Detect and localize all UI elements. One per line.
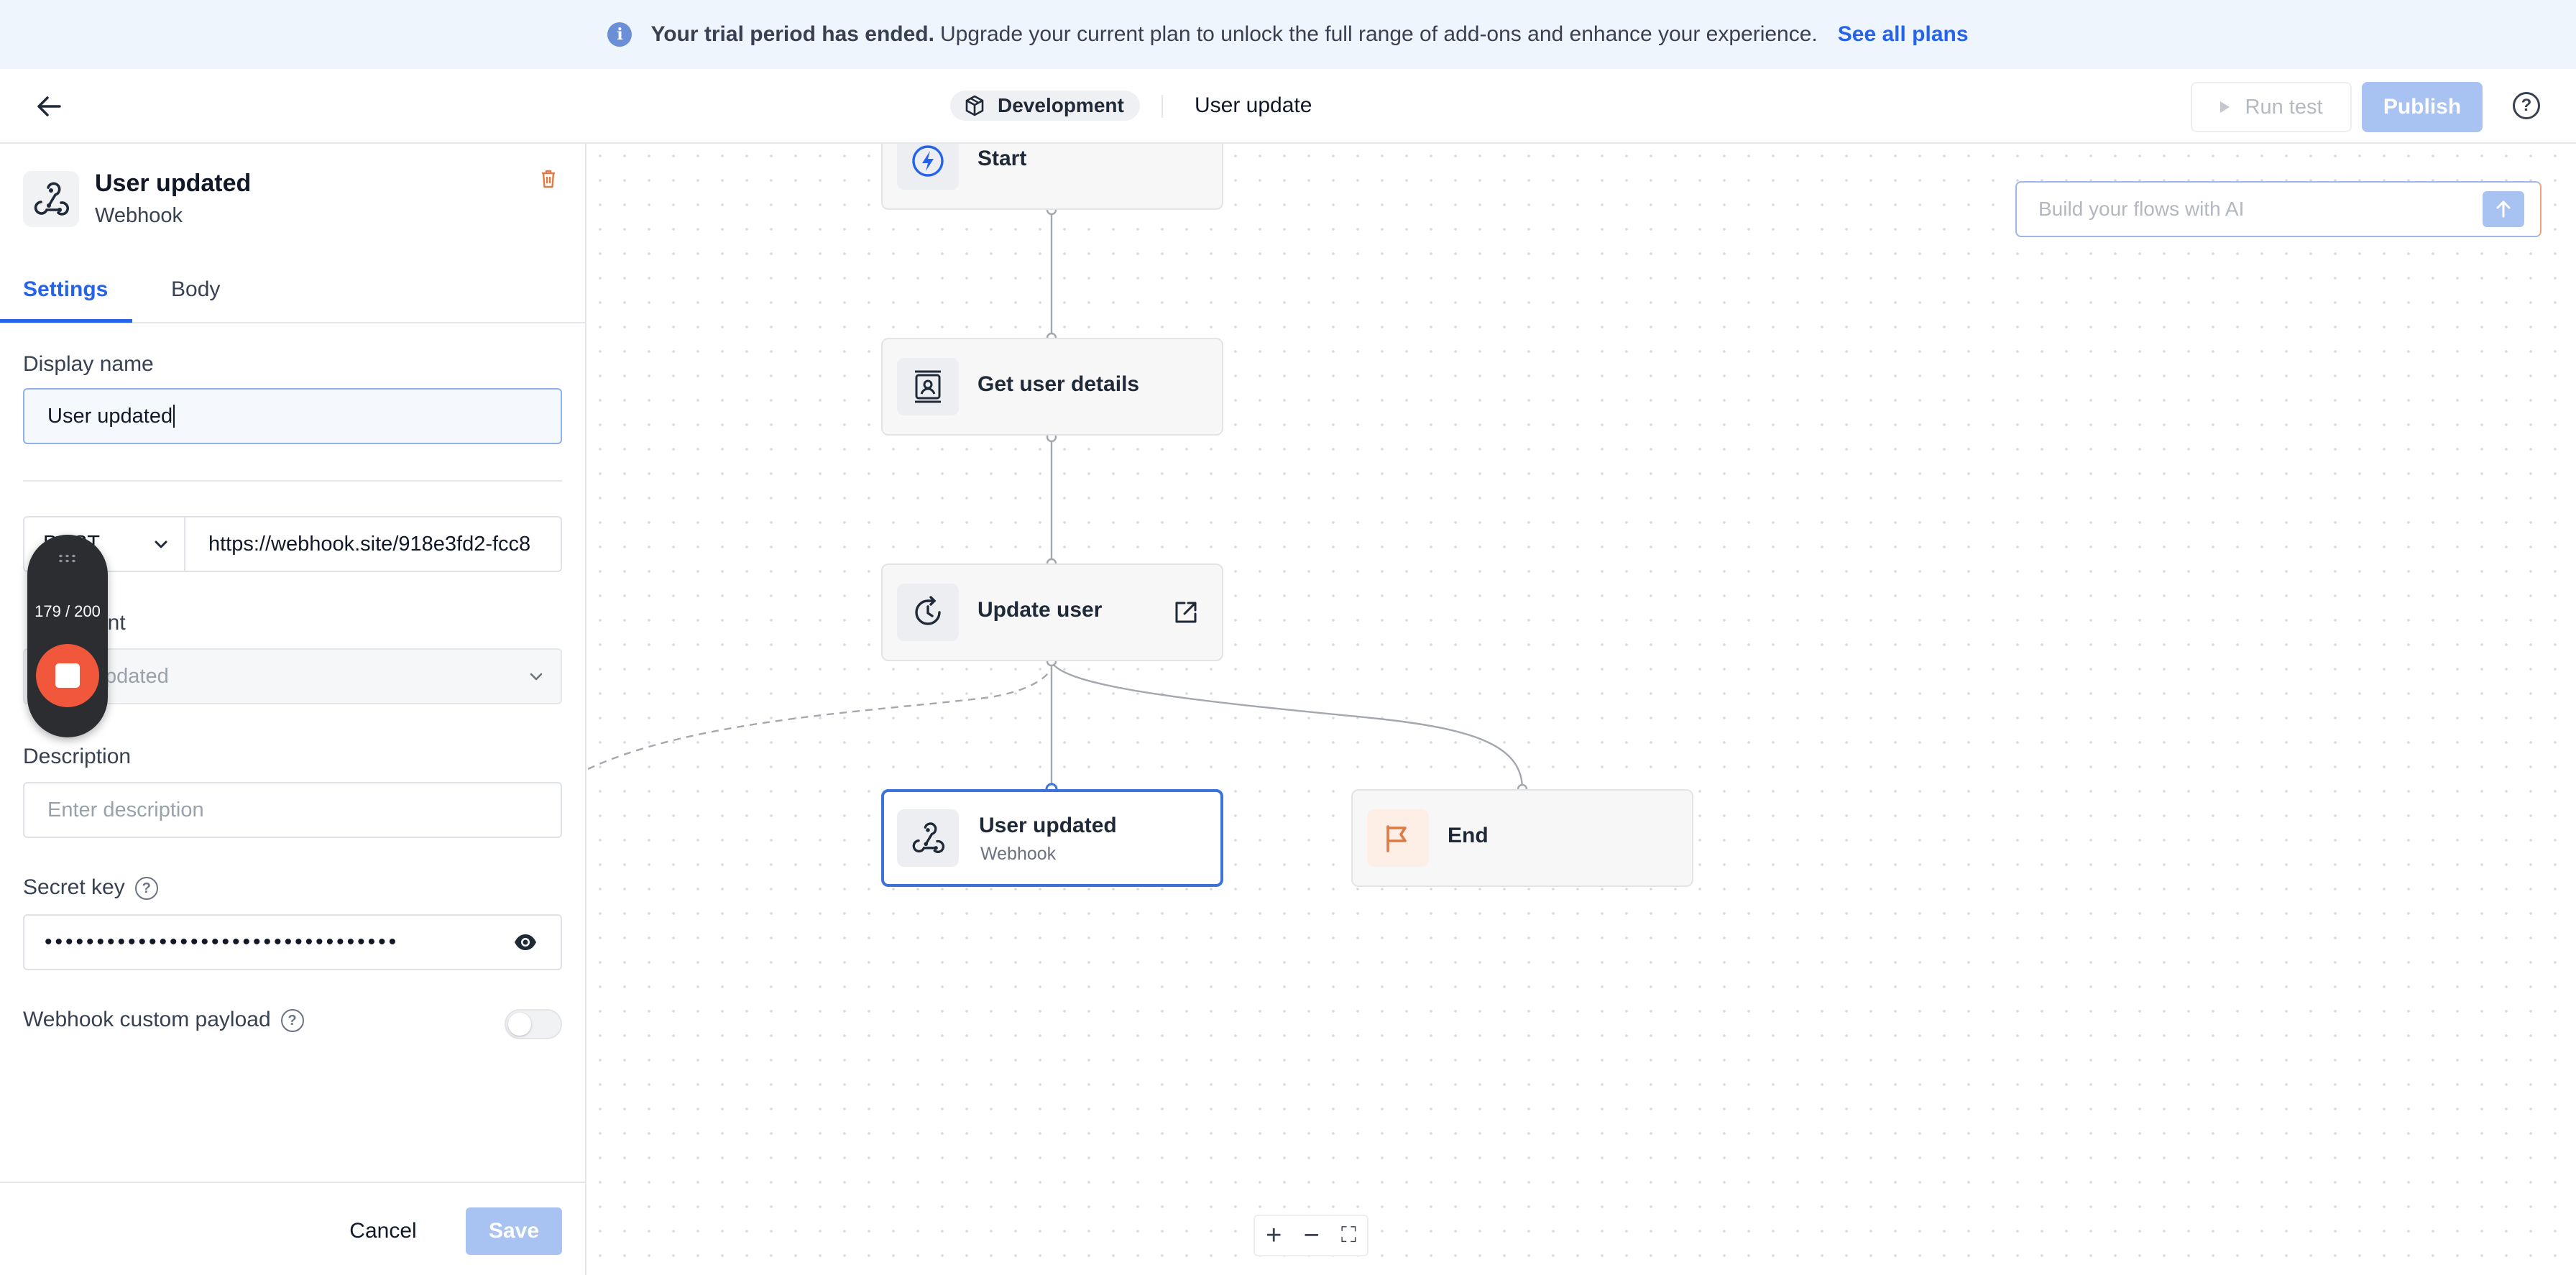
node-start[interactable]: Start: [881, 144, 1223, 210]
environment-chip[interactable]: Development: [950, 91, 1140, 121]
tab-settings[interactable]: Settings: [23, 277, 108, 302]
toggle-knob: [508, 1013, 531, 1036]
stop-icon: [55, 663, 80, 688]
panel-footer-divider: [0, 1182, 586, 1183]
flow-edges: [588, 204, 1528, 796]
help-circle-icon[interactable]: ?: [134, 877, 158, 901]
flow-name[interactable]: User update: [1195, 91, 1312, 121]
help-circle-icon[interactable]: ?: [280, 1009, 304, 1033]
webhook-icon: [23, 171, 79, 227]
trial-banner-bold: Your trial period has ended.: [650, 22, 934, 46]
delete-node-button[interactable]: [540, 170, 561, 194]
node-end[interactable]: End: [1351, 789, 1693, 887]
refresh-clock-icon: [897, 584, 959, 641]
trial-banner-text: Upgrade your current plan to unlock the …: [939, 22, 1818, 46]
info-icon: i: [607, 22, 632, 47]
trash-icon: [542, 170, 555, 188]
arrow-up-icon: [2496, 201, 2511, 218]
node-title: User updated: [979, 814, 1117, 837]
trial-banner: i Your trial period has ended. Upgrade y…: [0, 0, 2576, 69]
custom-payload-toggle[interactable]: [505, 1009, 562, 1039]
zoom-out-button[interactable]: −: [1303, 1222, 1319, 1249]
display-name-value: User updated: [47, 404, 173, 428]
panel-subtitle: Webhook: [95, 204, 183, 227]
drag-handle-icon[interactable]: [58, 553, 78, 563]
secret-key-input[interactable]: ••••••••••••••••••••••••••••••••••: [23, 914, 562, 970]
flow-canvas[interactable]: Start Get user details Update user User …: [588, 144, 2576, 1275]
fit-view-button[interactable]: ⛶: [1341, 1225, 1356, 1246]
recording-count: 179 / 200: [34, 602, 101, 620]
node-user-updated[interactable]: User updated Webhook: [881, 789, 1223, 887]
recording-widget[interactable]: 179 / 200: [27, 535, 108, 737]
cube-icon: [965, 95, 984, 116]
environment-label: Development: [998, 94, 1124, 116]
section-divider: [23, 480, 562, 482]
play-icon: [2220, 101, 2230, 113]
secret-key-label: Secret key?: [23, 875, 158, 901]
text-cursor: [173, 405, 175, 428]
display-name-label: Display name: [23, 352, 154, 376]
node-title: Update user: [978, 598, 1103, 622]
publish-button[interactable]: Publish: [2362, 82, 2483, 132]
eye-icon[interactable]: [513, 933, 538, 952]
top-header: Development User update Run test Publish: [0, 69, 2576, 144]
see-all-plans-link[interactable]: See all plans: [1838, 22, 1969, 47]
run-test-label: Run test: [2245, 95, 2323, 119]
flag-icon: [1367, 809, 1429, 867]
zoom-in-button[interactable]: +: [1266, 1222, 1282, 1249]
header-separator: [1162, 95, 1163, 118]
node-title: Get user details: [978, 372, 1140, 396]
description-label: Description: [23, 745, 132, 768]
cancel-button[interactable]: Cancel: [338, 1207, 428, 1255]
event-select-value: pdated: [105, 664, 169, 688]
chevron-down-icon: [155, 540, 167, 548]
panel-title: User updated: [95, 170, 252, 197]
ai-send-button[interactable]: [2483, 191, 2524, 227]
custom-payload-label-text: Webhook custom payload: [23, 1008, 271, 1031]
lightning-icon: [897, 144, 959, 190]
node-title: End: [1448, 824, 1489, 847]
arrow-left-icon: [37, 96, 61, 116]
node-update-user[interactable]: Update user: [881, 563, 1223, 661]
node-subtitle: Webhook: [980, 844, 1057, 864]
description-input[interactable]: Enter description: [23, 782, 562, 838]
webhook-url-input[interactable]: https://webhook.site/918e3fd2-fcc8: [184, 516, 562, 572]
contact-card-icon: [897, 358, 959, 415]
node-get-user-details[interactable]: Get user details: [881, 338, 1223, 436]
stop-recording-button[interactable]: [36, 644, 99, 707]
ai-prompt-input[interactable]: Build your flows with AI: [2015, 181, 2542, 237]
tab-body[interactable]: Body: [171, 277, 220, 302]
display-name-input[interactable]: User updated: [23, 388, 562, 444]
save-button[interactable]: Save: [466, 1207, 562, 1255]
node-title: Start: [978, 147, 1027, 170]
webhook-icon: [897, 809, 959, 867]
secret-key-label-text: Secret key: [23, 875, 125, 899]
active-tab-indicator: [0, 319, 132, 323]
panel-tabs: Settings Body: [0, 264, 586, 323]
custom-payload-label: Webhook custom payload?: [23, 1008, 304, 1033]
back-button[interactable]: [33, 91, 65, 122]
run-test-button[interactable]: Run test: [2191, 82, 2352, 132]
help-icon[interactable]: ?: [2513, 92, 2540, 119]
external-link-icon[interactable]: [1173, 599, 1199, 625]
zoom-controls: + − ⛶: [1254, 1215, 1368, 1256]
chevron-down-icon: [530, 673, 543, 681]
